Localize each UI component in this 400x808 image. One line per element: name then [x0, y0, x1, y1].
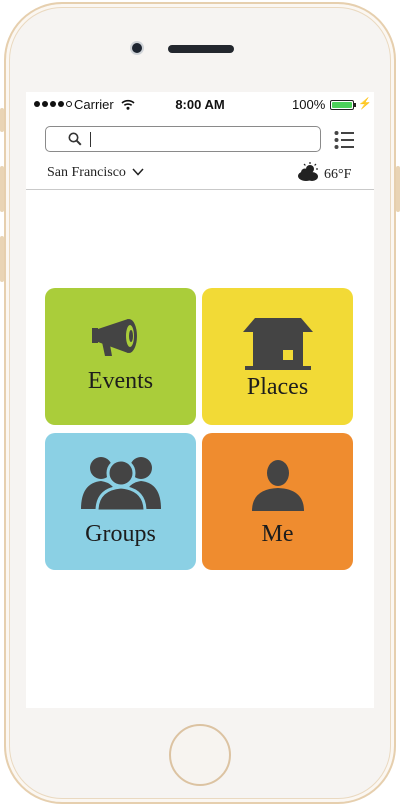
side-button-power [396, 166, 400, 212]
megaphone-icon [45, 316, 196, 356]
person-icon [202, 459, 353, 511]
header-divider [26, 189, 374, 190]
front-camera [132, 43, 142, 53]
battery-tip [354, 103, 356, 107]
events-tile[interactable]: Events [45, 288, 196, 425]
list-menu-icon[interactable] [334, 130, 354, 155]
house-icon [202, 316, 353, 370]
location-city: San Francisco [47, 165, 126, 180]
side-button-volume-down [0, 236, 4, 282]
places-label: Places [246, 374, 309, 400]
home-button[interactable] [169, 724, 231, 786]
location-selector[interactable]: San Francisco [47, 165, 144, 181]
groups-tile[interactable]: Groups [45, 433, 196, 570]
side-button-mute [0, 108, 4, 132]
temperature-label: 66°F [324, 166, 352, 182]
battery-percent: 100% [292, 97, 326, 112]
app-screen: Carrier 8:00 AM 100% ⚡ San Francisco 66°… [26, 92, 374, 708]
search-bar[interactable] [45, 126, 321, 152]
charging-bolt-icon: ⚡ [358, 98, 372, 110]
battery-icon [330, 100, 354, 110]
search-input[interactable] [96, 129, 310, 151]
me-tile[interactable]: Me [202, 433, 353, 570]
search-icon [68, 132, 82, 151]
group-icon [45, 453, 196, 511]
places-tile[interactable]: Places [202, 288, 353, 425]
earpiece-speaker [168, 45, 234, 53]
chevron-down-icon [132, 165, 144, 181]
groups-label: Groups [85, 521, 156, 547]
status-bar: Carrier 8:00 AM 100% ⚡ [26, 92, 374, 118]
events-label: Events [87, 368, 154, 394]
weather-widget: 66°F [296, 162, 351, 187]
me-label: Me [261, 521, 294, 547]
side-button-volume-up [0, 166, 4, 212]
text-cursor [90, 132, 91, 147]
partly-cloudy-icon [296, 162, 320, 187]
